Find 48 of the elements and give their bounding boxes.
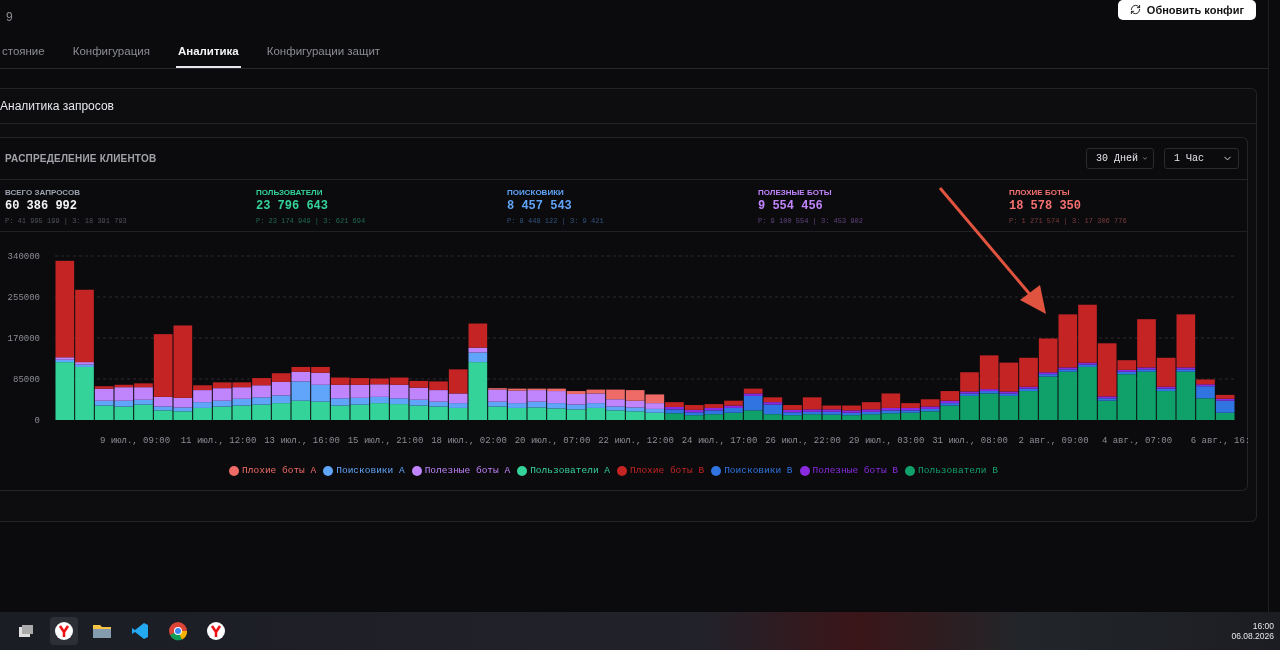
legend-item[interactable]: Пользователи A: [517, 465, 610, 476]
x-axis-label: 13 июл., 16:00: [264, 436, 340, 446]
card-title: РАСПРЕДЕЛЕНИЕ КЛИЕНТОВ: [5, 153, 157, 164]
legend-item[interactable]: Плохие боты A: [229, 465, 317, 476]
y-axis-label: 85000: [13, 375, 40, 385]
x-axis-label: 4 авг., 07:00: [1101, 436, 1173, 446]
x-axis-label: 22 июл., 12:00: [598, 436, 674, 446]
clock-date: 06.08.2026: [1231, 631, 1274, 641]
y-axis-label: 340000: [7, 252, 40, 262]
x-axis-label: 15 июл., 21:00: [347, 436, 424, 446]
stat-value: 8 457 543: [507, 199, 573, 213]
x-axis-label: 6 авг., 16:: [1190, 436, 1250, 446]
stat-label: ПОЛЕЗНЫЕ БОТЫ: [758, 188, 833, 197]
clock-time: 16:00: [1252, 621, 1274, 631]
interval-select[interactable]: 1 Час: [1164, 148, 1239, 169]
tab[interactable]: Конфигурации защит: [264, 36, 383, 68]
legend-item[interactable]: Пользователи B: [905, 465, 998, 476]
legend-item[interactable]: Полезные боты A: [411, 465, 511, 476]
stat-label: ПОЛЬЗОВАТЕЛИ: [256, 188, 324, 197]
tab[interactable]: стояние: [0, 36, 47, 68]
stat-value: 18 578 350: [1009, 199, 1082, 213]
x-axis-label: 29 июл., 03:00: [848, 436, 925, 446]
stat-value: 23 796 643: [256, 199, 329, 213]
x-axis-label: 24 июл., 17:00: [681, 436, 758, 446]
y-axis-label: 170000: [7, 334, 40, 344]
stat-label: ПЛОХИЕ БОТЫ: [1009, 188, 1071, 197]
stat-label: ПОИСКОВИКИ: [507, 188, 565, 197]
stat-value: 9 554 456: [758, 199, 824, 213]
stat-value: 60 386 992: [5, 199, 78, 213]
x-axis-label: 31 июл., 08:00: [932, 436, 1008, 446]
tab[interactable]: Конфигурация: [70, 36, 152, 68]
x-axis-label: 9 июл., 09:00: [99, 436, 171, 446]
x-axis-label: 18 июл., 02:00: [431, 436, 507, 446]
stat-label: ВСЕГО ЗАПРОСОВ: [5, 188, 81, 197]
legend-item[interactable]: Поисковики B: [711, 465, 793, 476]
tab[interactable]: Аналитика: [175, 36, 241, 68]
section-title: Аналитика запросов: [0, 89, 1256, 124]
y-axis-label: 0: [34, 416, 40, 426]
y-axis-label: 255000: [7, 293, 40, 303]
legend-item[interactable]: Поисковики A: [323, 465, 405, 476]
legend-item[interactable]: Плохие боты B: [617, 465, 705, 476]
x-axis-label: 20 июл., 07:00: [514, 436, 591, 446]
refresh-config-button[interactable]: Обновить конфиг: [1117, 0, 1256, 20]
period-select[interactable]: 30 Дней: [1086, 148, 1154, 169]
x-axis-label: 11 июл., 12:00: [180, 436, 257, 446]
x-axis-label: 26 июл., 22:00: [765, 436, 841, 446]
subtitle: 9: [6, 10, 13, 24]
x-axis-label: 2 авг., 09:00: [1018, 436, 1089, 446]
